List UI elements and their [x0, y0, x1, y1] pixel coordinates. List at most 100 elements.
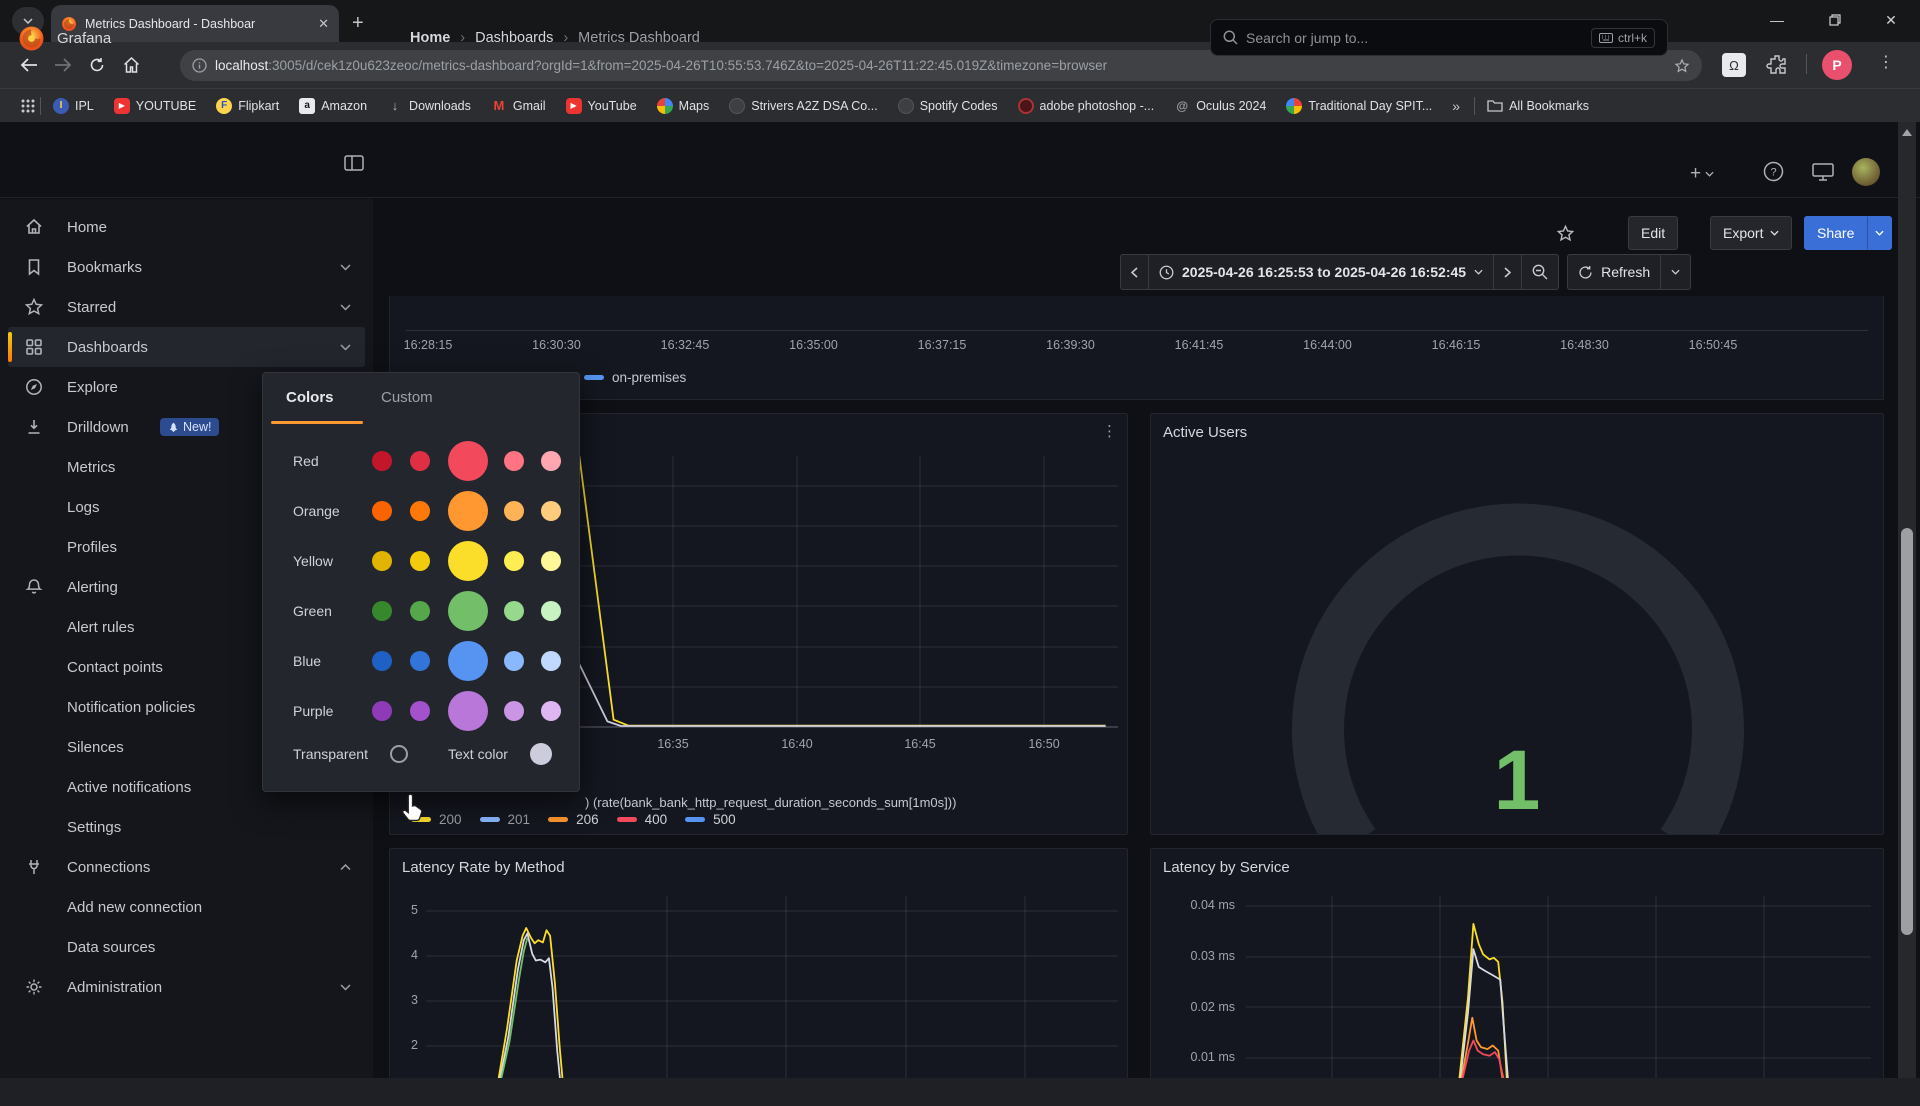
color-swatch-red-3[interactable] [504, 451, 524, 471]
color-swatch-green-4[interactable] [541, 601, 561, 621]
scroll-up-arrow[interactable] [1898, 125, 1916, 141]
time-forward-button[interactable] [1493, 255, 1521, 289]
legend-item-500[interactable]: 500 [685, 812, 736, 827]
legend-item-400[interactable]: 400 [617, 812, 668, 827]
tab-close-icon[interactable]: ✕ [318, 16, 329, 32]
browser-menu-icon[interactable]: ⋮ [1878, 52, 1894, 72]
share-button[interactable]: Share [1804, 216, 1892, 250]
search-input[interactable]: Search or jump to... ctrl+k [1210, 19, 1668, 56]
forward-button[interactable] [46, 48, 80, 82]
scrollbar-thumb[interactable] [1901, 528, 1913, 935]
bookmark-item-traditional-day-spit[interactable]: Traditional Day SPIT... [1286, 98, 1432, 114]
latency-service-chart[interactable] [1246, 896, 1871, 1079]
color-swatch-red-1[interactable] [410, 451, 430, 471]
color-swatch-green-2[interactable] [448, 591, 488, 631]
window-restore-button[interactable] [1812, 0, 1858, 40]
home-button[interactable] [114, 48, 148, 82]
bookmark-item-youtube[interactable]: ▶YOUTUBE [114, 98, 196, 114]
refresh-interval-chevron[interactable] [1660, 255, 1690, 289]
color-swatch-yellow-2[interactable] [448, 541, 488, 581]
new-tab-button[interactable]: + [352, 9, 364, 37]
extensions-puzzle-icon[interactable] [1766, 53, 1788, 75]
sidebar-item-connections[interactable]: Connections [0, 847, 373, 887]
user-avatar[interactable] [1852, 158, 1880, 186]
color-swatch-yellow-4[interactable] [541, 551, 561, 571]
bookmark-star-icon[interactable] [1674, 58, 1690, 74]
bookmark-item-youtube[interactable]: ▶YouTube [566, 98, 637, 114]
bookmark-item-spotify-codes[interactable]: Spotify Codes [898, 98, 998, 114]
series-legend[interactable]: on-premises [584, 370, 686, 385]
color-swatch-orange-4[interactable] [541, 501, 561, 521]
sidebar-item-data-sources[interactable]: Data sources [0, 927, 373, 967]
sidebar-collapse-icon[interactable] [344, 155, 364, 171]
color-swatch-red-0[interactable] [372, 451, 392, 471]
page-scrollbar[interactable] [1898, 122, 1916, 1078]
color-swatch-yellow-1[interactable] [410, 551, 430, 571]
time-back-button[interactable] [1121, 255, 1148, 289]
sidebar-item-home[interactable]: Home [0, 207, 373, 247]
color-swatch-green-0[interactable] [372, 601, 392, 621]
help-icon[interactable]: ? [1763, 161, 1784, 182]
color-swatch-purple-1[interactable] [410, 701, 430, 721]
breadcrumb-dashboards[interactable]: Dashboards [475, 30, 553, 46]
color-swatch-green-3[interactable] [504, 601, 524, 621]
share-dropdown-chevron[interactable] [1867, 216, 1892, 250]
tab-colors[interactable]: Colors [286, 389, 334, 406]
favorite-star-icon[interactable] [1556, 224, 1575, 243]
color-swatch-orange-2[interactable] [448, 491, 488, 531]
bookmark-item-flipkart[interactable]: FFlipkart [216, 98, 279, 114]
bookmark-item-downloads[interactable]: ↓Downloads [387, 98, 471, 114]
site-info-icon[interactable] [192, 58, 207, 73]
legend-item-206[interactable]: 206 [548, 812, 599, 827]
color-swatch-blue-3[interactable] [504, 651, 524, 671]
apps-grid-icon[interactable] [20, 98, 36, 114]
grafana-brand[interactable]: Grafana [18, 25, 111, 52]
color-swatch-yellow-3[interactable] [504, 551, 524, 571]
add-new-button[interactable]: + [1690, 163, 1714, 185]
color-swatch-blue-4[interactable] [541, 651, 561, 671]
color-swatch-blue-0[interactable] [372, 651, 392, 671]
tab-custom[interactable]: Custom [381, 389, 433, 406]
browser-profile-avatar[interactable]: P [1822, 50, 1852, 80]
color-swatch-purple-4[interactable] [541, 701, 561, 721]
text-color-swatch[interactable] [530, 743, 552, 765]
sidebar-item-bookmarks[interactable]: Bookmarks [0, 247, 373, 287]
bookmark-item-maps[interactable]: Maps [657, 98, 710, 114]
bookmark-item-amazon[interactable]: aAmazon [299, 98, 367, 114]
reload-button[interactable] [80, 48, 114, 82]
refresh-button[interactable]: Refresh [1568, 255, 1660, 289]
sidebar-item-add-new-connection[interactable]: Add new connection [0, 887, 373, 927]
export-button[interactable]: Export [1710, 216, 1792, 250]
color-swatch-red-4[interactable] [541, 451, 561, 471]
all-bookmarks-button[interactable]: All Bookmarks [1487, 99, 1589, 113]
legend-item-201[interactable]: 201 [480, 812, 531, 827]
time-range-picker[interactable]: 2025-04-26 16:25:53 to 2025-04-26 16:52:… [1148, 255, 1493, 289]
color-swatch-purple-3[interactable] [504, 701, 524, 721]
breadcrumb-home[interactable]: Home [410, 30, 450, 46]
color-swatch-green-1[interactable] [410, 601, 430, 621]
bookmark-item-ipl[interactable]: IIPL [53, 98, 94, 114]
bookmark-item-strivers-a2z-dsa-co[interactable]: Strivers A2Z DSA Co... [729, 98, 877, 114]
sidebar-item-administration[interactable]: Administration [0, 967, 373, 1007]
edit-button[interactable]: Edit [1628, 216, 1678, 250]
extension-omega-icon[interactable]: Ω [1722, 53, 1746, 77]
bookmarks-overflow-chevron[interactable]: » [1452, 98, 1460, 114]
sidebar-item-starred[interactable]: Starred [0, 287, 373, 327]
color-swatch-blue-2[interactable] [448, 641, 488, 681]
color-swatch-yellow-0[interactable] [372, 551, 392, 571]
color-swatch-purple-0[interactable] [372, 701, 392, 721]
zoom-out-button[interactable] [1521, 255, 1558, 289]
transparent-swatch[interactable] [390, 745, 408, 763]
latency-method-chart[interactable] [426, 896, 1118, 1079]
color-swatch-orange-1[interactable] [410, 501, 430, 521]
color-swatch-purple-2[interactable] [448, 691, 488, 731]
window-minimize-button[interactable]: — [1754, 0, 1800, 40]
bookmark-item-oculus-2024[interactable]: @Oculus 2024 [1174, 98, 1266, 114]
color-swatch-blue-1[interactable] [410, 651, 430, 671]
panel-menu-icon[interactable]: ⋮ [1102, 422, 1117, 440]
bookmark-item-gmail[interactable]: MGmail [491, 98, 546, 114]
color-swatch-orange-0[interactable] [372, 501, 392, 521]
sidebar-item-settings[interactable]: Settings [0, 807, 373, 847]
color-swatch-orange-3[interactable] [504, 501, 524, 521]
color-swatch-red-2[interactable] [448, 441, 488, 481]
